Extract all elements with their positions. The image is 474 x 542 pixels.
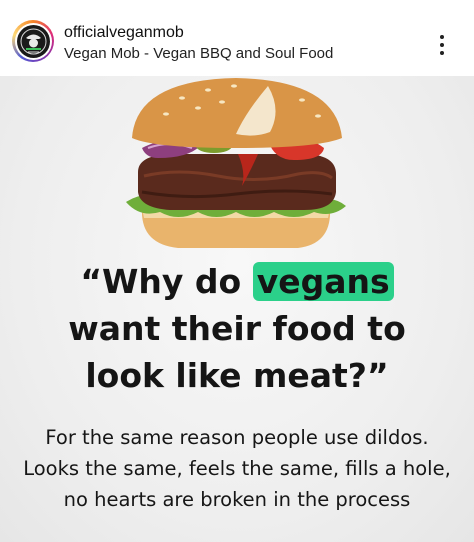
avatar [16, 24, 50, 58]
body-text: For the same reason people use dildos. L… [23, 426, 451, 511]
headline-line-2: want their food to [68, 309, 406, 348]
headline-line-1: “Why do vegans [0, 258, 474, 305]
more-vertical-icon [440, 35, 444, 39]
headline: “Why do vegans want their food to look l… [0, 258, 474, 399]
account-name[interactable]: officialveganmob [64, 24, 184, 42]
avatar-frame [14, 22, 52, 60]
post-image[interactable]: “Why do vegans want their food to look l… [0, 76, 474, 542]
headline-open: “Why do [80, 262, 253, 301]
burger-illustration [126, 78, 346, 248]
more-vertical-icon-dot [440, 51, 444, 55]
post-header: officialveganmob Vegan Mob - Vegan BBQ a… [0, 0, 474, 76]
post-subtitle[interactable]: Vegan Mob - Vegan BBQ and Soul Food [64, 45, 333, 62]
avatar-story-ring[interactable] [12, 20, 54, 62]
more-vertical-icon-dot [440, 43, 444, 47]
more-options-button[interactable] [432, 32, 452, 58]
vegan-mob-logo-icon [17, 25, 49, 57]
headline-line-3: look like meat?” [85, 356, 389, 395]
headline-highlight: vegans [252, 262, 394, 301]
